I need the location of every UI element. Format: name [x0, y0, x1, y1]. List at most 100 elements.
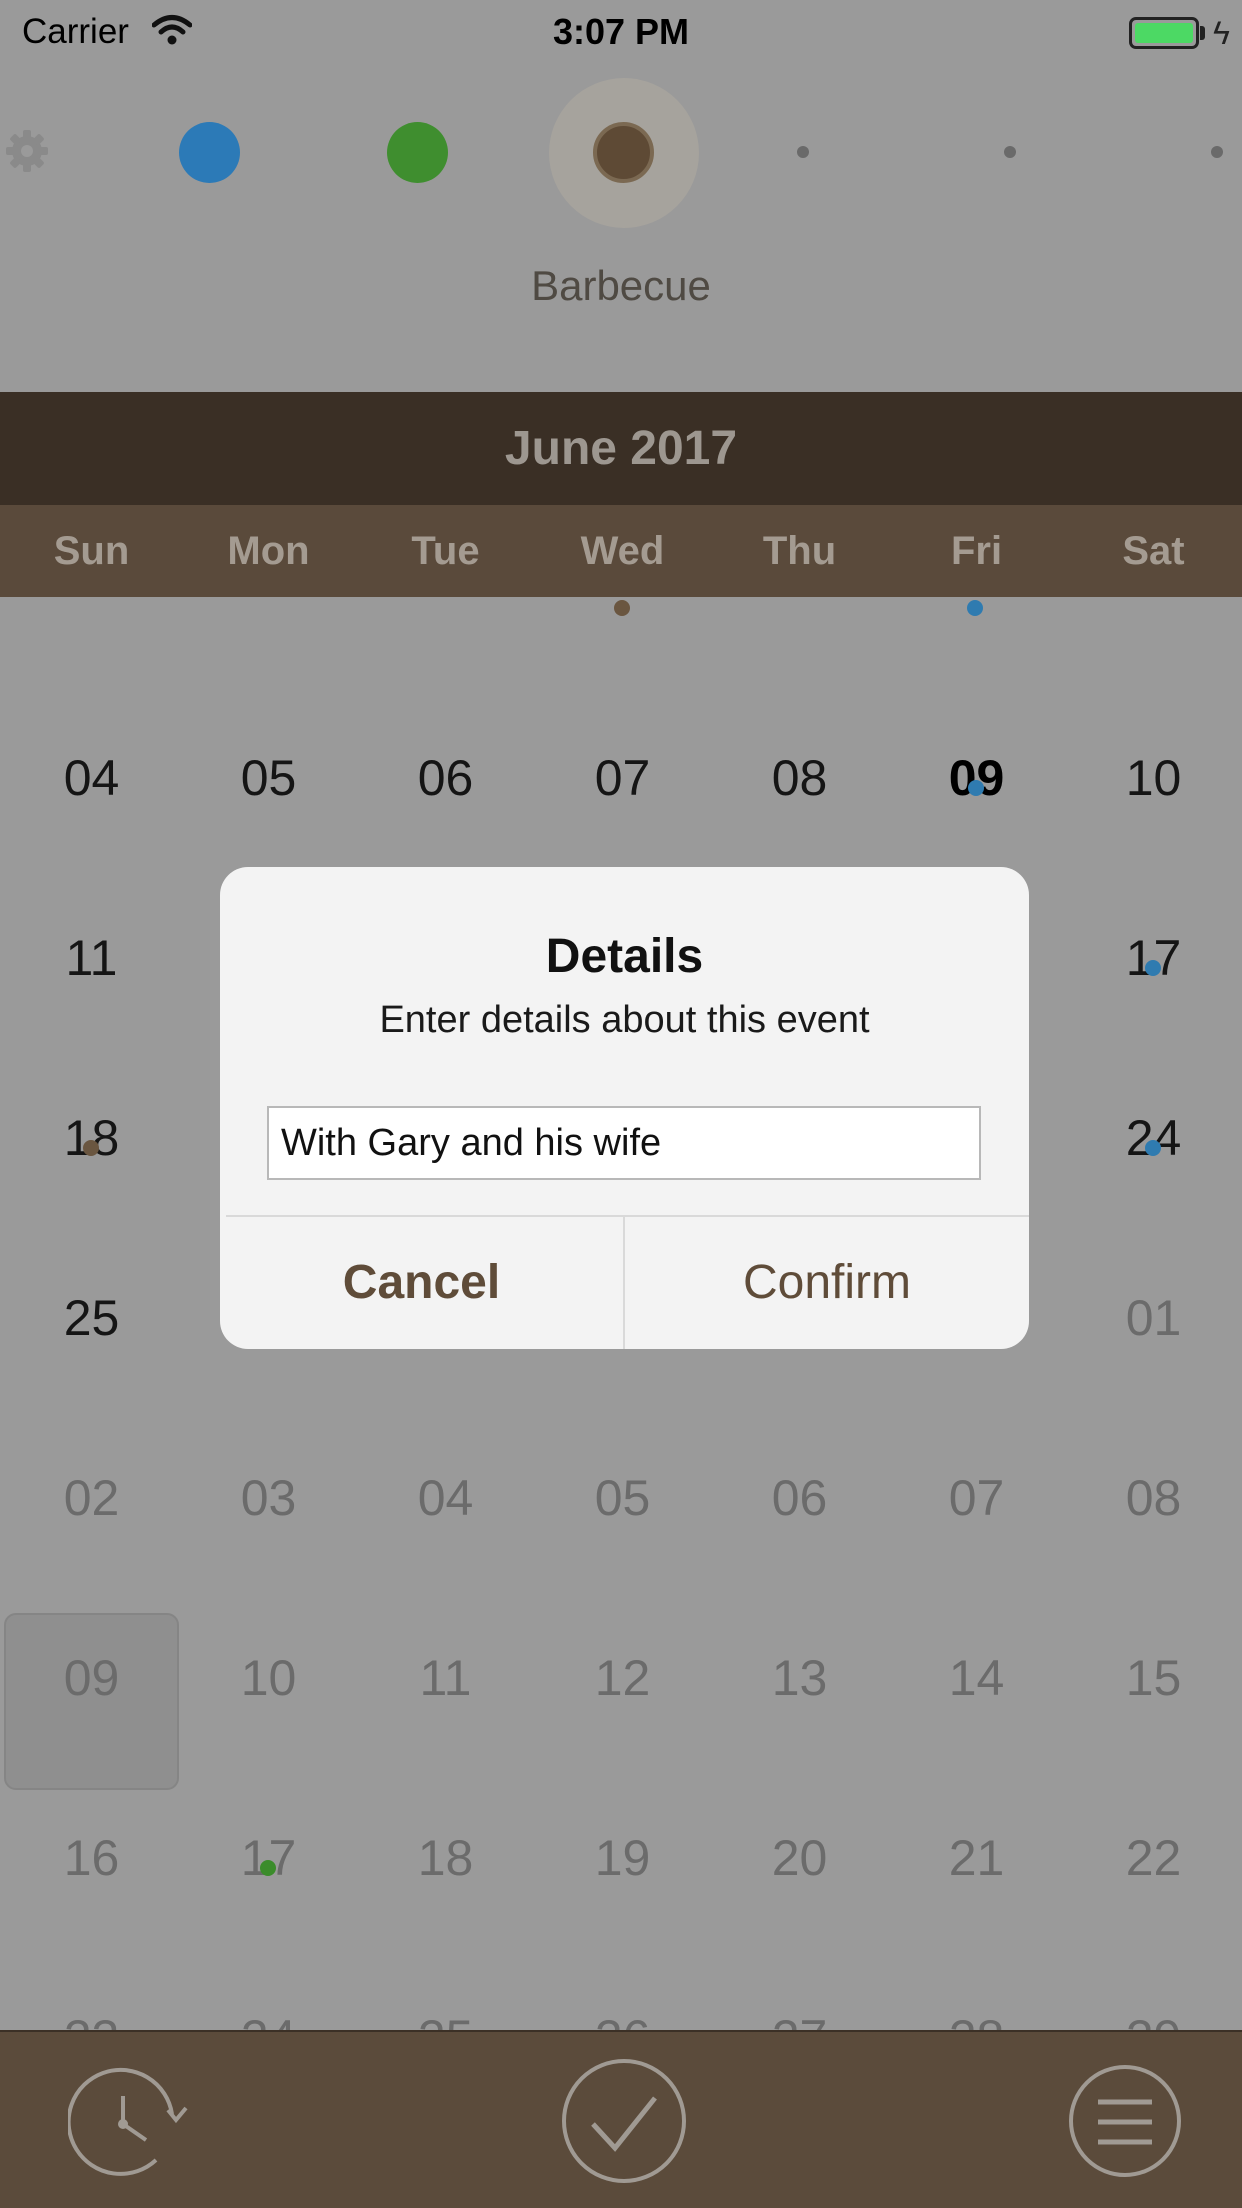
calendar-day-number: 01 [1125, 1290, 1182, 1346]
event-details-input[interactable] [267, 1106, 981, 1180]
calendar-day-number: 05 [594, 1470, 651, 1526]
calendar-day-cell[interactable]: 16 [3, 1718, 180, 1898]
status-bar: Carrier 3:07 PM ϟ [0, 0, 1242, 66]
calendar-day-number: 24 [1125, 1110, 1182, 1166]
calendar-day-cell[interactable]: 06 [711, 1358, 888, 1538]
calendar-day-number: 07 [594, 750, 651, 806]
confirm-button[interactable]: Confirm [625, 1217, 1029, 1349]
empty-category-dot[interactable] [1004, 146, 1016, 158]
calendar-day-number: 25 [63, 1290, 120, 1346]
calendar-day-cell[interactable]: 03 [180, 1358, 357, 1538]
calendar-day-cell[interactable]: 09 [888, 638, 1065, 818]
calendar-day-cell[interactable]: 04 [3, 638, 180, 818]
calendar-day-cell[interactable]: 17 [1065, 818, 1242, 998]
status-time: 3:07 PM [552, 11, 690, 52]
calendar-day-number: 09 [63, 1650, 120, 1706]
checkmark-icon[interactable] [561, 2058, 687, 2184]
calendar-day-number: 18 [63, 1110, 120, 1166]
calendar-day-cell[interactable]: 04 [357, 1358, 534, 1538]
calendar-day-cell[interactable]: 21 [888, 1718, 1065, 1898]
calendar-day-cell[interactable]: 07 [888, 1358, 1065, 1538]
calendar-day-number: 07 [948, 1470, 1005, 1526]
calendar-day-cell[interactable]: 14 [888, 1538, 1065, 1718]
selected-category-name: Barbecue [531, 262, 711, 309]
weekday-label: Sun [53, 529, 130, 573]
calendar-day-cell[interactable]: 10 [1065, 638, 1242, 818]
calendar-day-number: 06 [417, 750, 474, 806]
calendar-day-number: 13 [771, 1650, 828, 1706]
calendar-day-cell[interactable]: 11 [357, 1538, 534, 1718]
calendar-day-cell[interactable]: 08 [711, 638, 888, 818]
details-dialog: Details Enter details about this event C… [220, 867, 1029, 1349]
calendar-day-number: 04 [417, 1470, 474, 1526]
battery-icon [1129, 17, 1199, 49]
calendar-day-cell[interactable]: 05 [180, 638, 357, 818]
weekday-label: Tue [411, 529, 480, 573]
calendar-day-cell[interactable]: 10 [180, 1538, 357, 1718]
calendar-day-cell[interactable]: 22 [1065, 1718, 1242, 1898]
event-dot [614, 600, 630, 616]
calendar-day-cell[interactable]: 09 [3, 1538, 180, 1718]
calendar-day-number: 20 [771, 1830, 828, 1886]
event-dot [1145, 960, 1161, 976]
calendar-day-number: 17 [240, 1830, 297, 1886]
clock-history-icon[interactable] [68, 2064, 188, 2184]
calendar-day-cell[interactable]: 18 [357, 1718, 534, 1898]
calendar-day-cell[interactable]: 11 [3, 818, 180, 998]
event-dot [83, 1140, 99, 1156]
calendar-day-cell[interactable]: 13 [711, 1538, 888, 1718]
calendar-day-cell[interactable]: 01 [1065, 1178, 1242, 1358]
calendar-day-number: 06 [771, 1470, 828, 1526]
calendar-day-number: 18 [417, 1830, 474, 1886]
event-dot [967, 600, 983, 616]
category-blue-dot[interactable] [179, 122, 240, 183]
calendar-day-number: 05 [240, 750, 297, 806]
calendar-day-number: 22 [1125, 1830, 1182, 1886]
event-dot [260, 1860, 276, 1876]
weekday-label: Thu [762, 529, 837, 573]
calendar-day-number: 15 [1125, 1650, 1182, 1706]
weekday-label: Fri [950, 529, 1003, 573]
calendar-day-number: 09 [948, 750, 1005, 806]
calendar-day-cell[interactable]: 07 [534, 638, 711, 818]
calendar-day-number: 14 [948, 1650, 1005, 1706]
battery-tip [1200, 26, 1205, 40]
dialog-message: Enter details about this event [379, 999, 870, 1041]
event-dot [968, 780, 984, 796]
weekday-label: Wed [580, 529, 665, 573]
calendar-day-number: 16 [63, 1830, 120, 1886]
calendar-day-number: 10 [240, 1650, 297, 1706]
calendar-day-cell[interactable]: 08 [1065, 1358, 1242, 1538]
calendar-day-cell[interactable]: 19 [534, 1718, 711, 1898]
calendar-day-cell[interactable]: 17 [180, 1718, 357, 1898]
gear-icon[interactable] [4, 128, 50, 174]
calendar-day-cell[interactable]: 06 [357, 638, 534, 818]
calendar-day-cell[interactable]: 15 [1065, 1538, 1242, 1718]
menu-icon[interactable] [1068, 2064, 1182, 2178]
category-barbecue-dot[interactable] [593, 122, 654, 183]
calendar-day-cell[interactable]: 25 [3, 1178, 180, 1358]
calendar-day-number: 17 [1125, 930, 1182, 986]
charging-bolt-icon: ϟ [1213, 15, 1230, 51]
cancel-button[interactable]: Cancel [220, 1217, 623, 1349]
calendar-day-number: 08 [771, 750, 828, 806]
empty-category-dot[interactable] [797, 146, 809, 158]
calendar-day-cell[interactable]: 18 [3, 998, 180, 1178]
empty-category-dot[interactable] [1211, 146, 1223, 158]
category-green-dot[interactable] [387, 122, 448, 183]
calendar-day-number: 03 [240, 1470, 297, 1526]
calendar-day-cell[interactable]: 20 [711, 1718, 888, 1898]
calendar-day-number: 19 [594, 1830, 651, 1886]
calendar-day-number: 08 [1125, 1470, 1182, 1526]
calendar-day-cell[interactable]: 24 [1065, 998, 1242, 1178]
month-title: June 2017 [0, 392, 1242, 505]
calendar-day-number: 02 [63, 1470, 120, 1526]
calendar-day-cell[interactable]: 02 [3, 1358, 180, 1538]
calendar-day-number: 11 [65, 930, 118, 986]
calendar-day-cell[interactable]: 12 [534, 1538, 711, 1718]
calendar-day-number: 04 [63, 750, 120, 806]
dialog-title: Details [545, 930, 704, 983]
calendar-day-number: 11 [419, 1650, 472, 1706]
calendar-day-cell[interactable]: 05 [534, 1358, 711, 1538]
weekday-label: Mon [227, 529, 310, 573]
